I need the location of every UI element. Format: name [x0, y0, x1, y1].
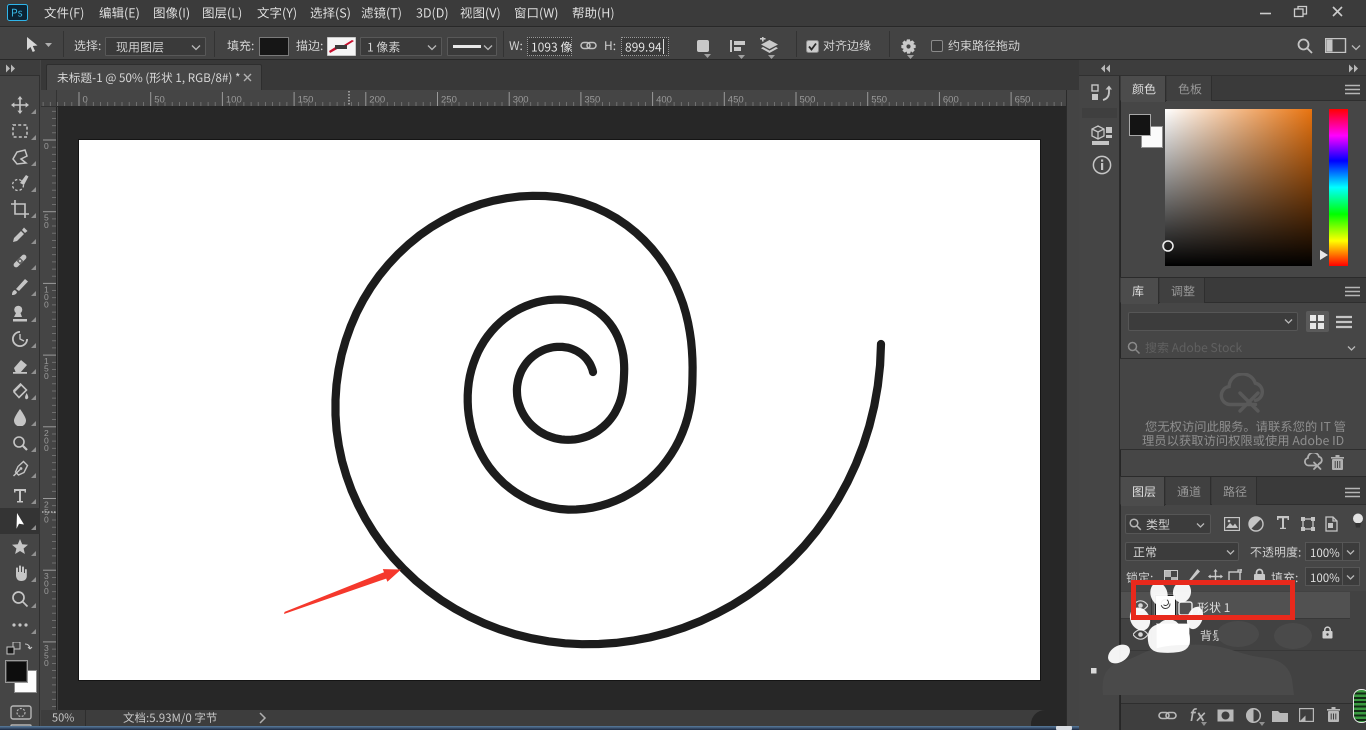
svg-text:0: 0	[44, 515, 49, 525]
svg-text:200: 200	[369, 95, 385, 106]
svg-text:150: 150	[298, 95, 314, 106]
svg-text:550: 550	[871, 95, 887, 106]
svg-text:0: 0	[44, 658, 49, 668]
svg-text:0: 0	[44, 371, 49, 381]
svg-text:0: 0	[44, 443, 49, 453]
svg-text:350: 350	[584, 95, 600, 106]
svg-text:450: 450	[728, 95, 744, 106]
svg-text:400: 400	[656, 95, 672, 106]
svg-text:0: 0	[44, 299, 49, 309]
svg-text:0: 0	[44, 220, 49, 230]
svg-text:0: 0	[44, 141, 49, 151]
svg-text:250: 250	[441, 95, 457, 106]
svg-text:100: 100	[226, 95, 242, 106]
svg-text:500: 500	[800, 95, 816, 106]
svg-text:600: 600	[943, 95, 959, 106]
svg-text:0: 0	[44, 586, 49, 596]
svg-text:0: 0	[83, 95, 88, 106]
svg-text:300: 300	[513, 95, 529, 106]
svg-text:50: 50	[154, 95, 165, 106]
svg-text:650: 650	[1015, 95, 1031, 106]
